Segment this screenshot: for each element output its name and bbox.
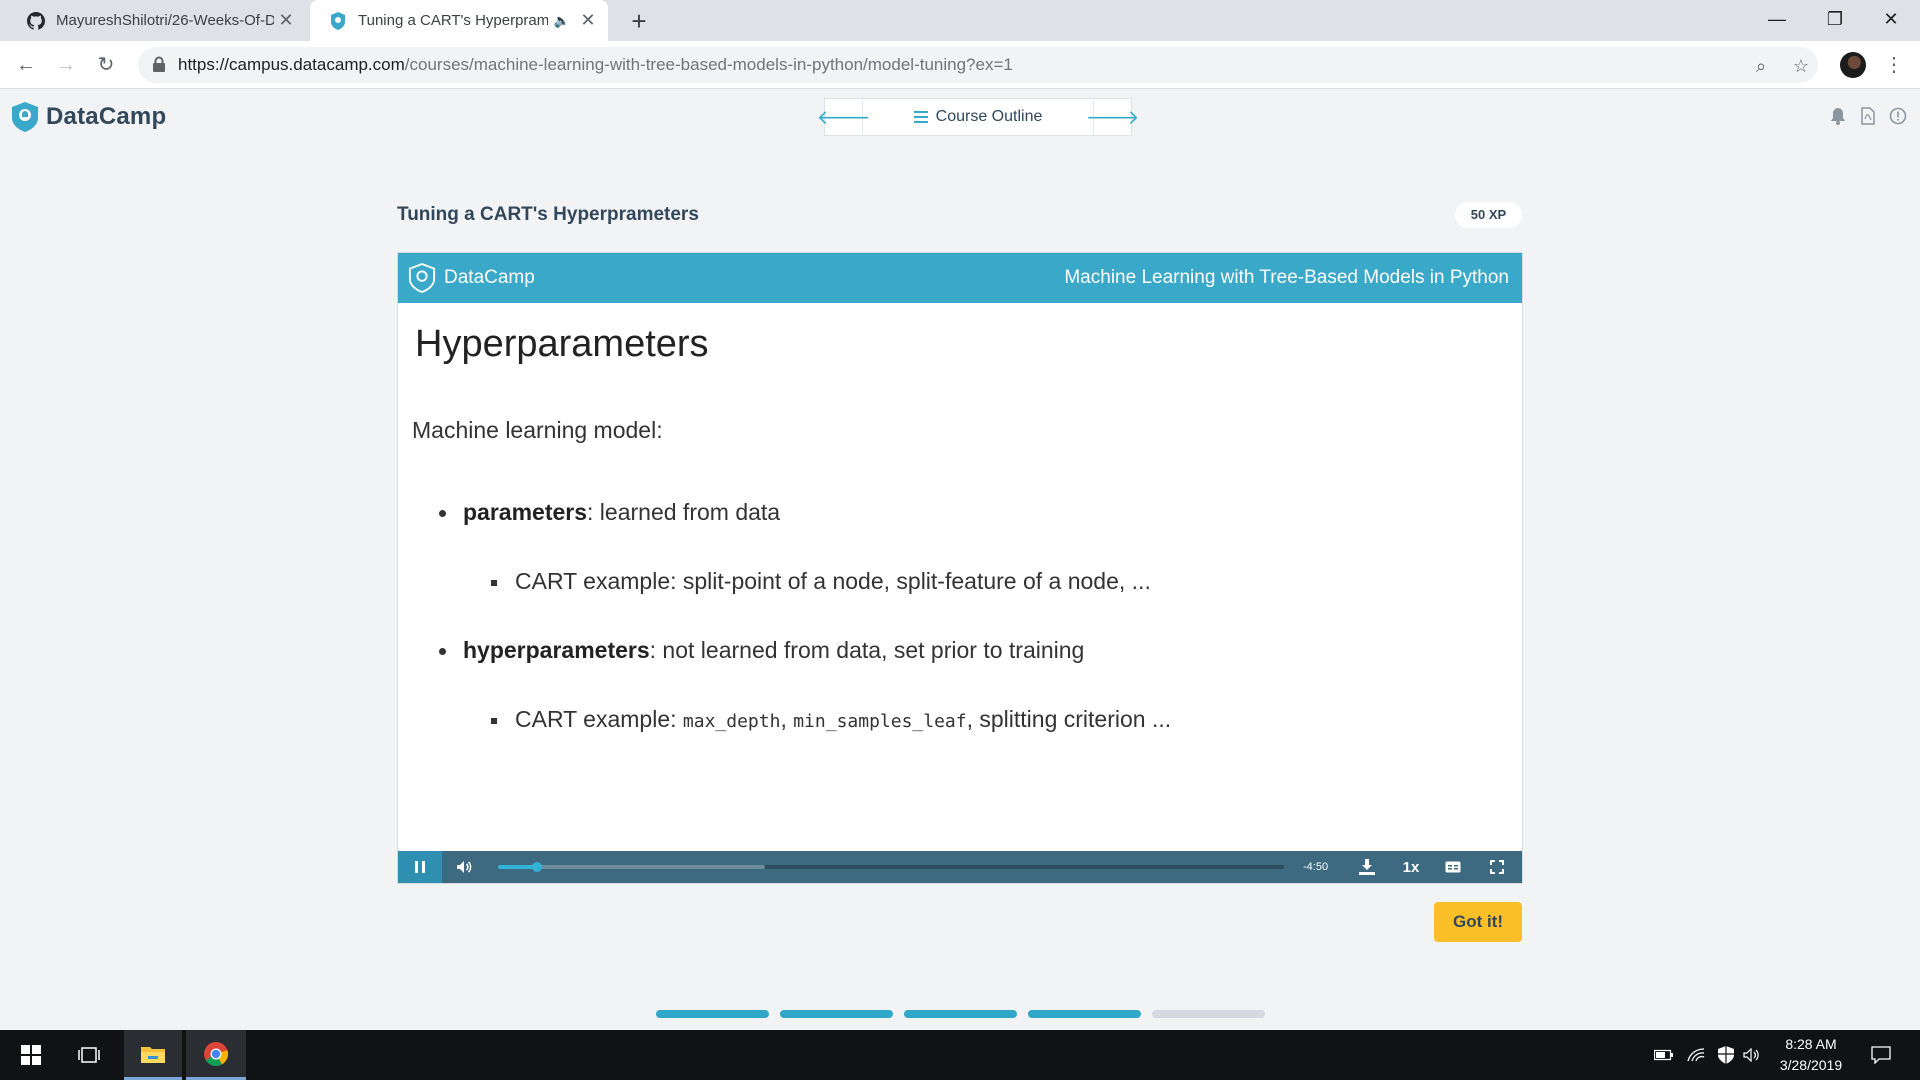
github-icon	[26, 11, 46, 31]
close-tab-icon[interactable]: ✕	[576, 10, 600, 31]
volume-tray-icon[interactable]	[1740, 1030, 1764, 1080]
slide-header-bar: DataCamp Machine Learning with Tree-Base…	[398, 253, 1522, 303]
next-exercise-arrow-icon[interactable]: 🡒	[1086, 99, 1139, 135]
chrome-taskbar-icon[interactable]	[186, 1030, 246, 1080]
slide-intro: Machine learning model:	[412, 417, 663, 443]
slide-brand: DataCamp	[408, 263, 535, 293]
reload-icon[interactable]: ↻	[92, 51, 120, 79]
progress-segment[interactable]	[1152, 1010, 1265, 1018]
datacamp-shield-icon	[408, 263, 436, 293]
slide-course-name: Machine Learning with Tree-Based Models …	[1064, 267, 1509, 288]
bookmark-star-icon[interactable]: ☆	[1790, 55, 1812, 77]
got-it-button[interactable]: Got it!	[1434, 902, 1522, 942]
progress-segment[interactable]	[1028, 1010, 1141, 1018]
datacamp-header: DataCamp 🡐 Course Outline 🡒	[0, 89, 1920, 145]
datacamp-shield-icon	[12, 102, 38, 132]
slide-heading: Hyperparameters	[415, 323, 709, 365]
browser-menu-icon[interactable]: ⋮	[1884, 51, 1904, 79]
windows-start-icon[interactable]	[2, 1030, 60, 1080]
datacamp-logo[interactable]: DataCamp	[10, 101, 166, 133]
slide-brand-text: DataCamp	[444, 267, 535, 288]
previous-exercise-arrow-icon[interactable]: 🡐	[817, 99, 870, 135]
pause-icon	[415, 861, 425, 873]
course-outline-button[interactable]: Course Outline	[863, 99, 1093, 135]
wifi-icon[interactable]	[1684, 1030, 1708, 1080]
clock-date: 3/28/2019	[1779, 1057, 1843, 1073]
xp-badge: 50 XP	[1455, 202, 1522, 228]
report-issue-icon[interactable]	[1887, 107, 1909, 129]
seek-bar[interactable]	[498, 862, 1284, 872]
volume-button[interactable]	[450, 851, 478, 883]
captions-icon	[1445, 861, 1461, 873]
progress-segment[interactable]	[904, 1010, 1017, 1018]
browser-toolbar: ← → ↻ https://campus.datacamp.com/course…	[0, 41, 1920, 89]
time-remaining: -4:50	[1303, 861, 1329, 873]
minimize-icon[interactable]: —	[1748, 0, 1806, 41]
new-tab-button[interactable]: +	[624, 6, 654, 37]
exercise-title: Tuning a CART's Hyperprameters	[397, 204, 699, 225]
fullscreen-button[interactable]	[1482, 851, 1512, 883]
forward-arrow-icon[interactable]: →	[52, 51, 80, 79]
windows-taskbar: 8:28 AM 3/28/2019	[0, 1030, 1920, 1080]
task-view-icon[interactable]	[60, 1030, 118, 1080]
zoom-icon[interactable]: ⌕	[1750, 55, 1772, 77]
hamburger-icon	[913, 111, 928, 123]
address-bar[interactable]: https://campus.datacamp.com/courses/mach…	[138, 47, 1818, 83]
back-arrow-icon[interactable]: ←	[12, 51, 40, 79]
restore-icon[interactable]: ❐	[1806, 0, 1864, 41]
profile-avatar[interactable]	[1840, 52, 1866, 78]
video-player[interactable]: DataCamp Machine Learning with Tree-Base…	[397, 252, 1523, 884]
bullet-parameters: parameters: learned from data	[439, 499, 780, 526]
lock-icon	[153, 56, 165, 72]
browser-tab-github[interactable]: MayureshShilotri/26-Weeks-Of-D ✕	[8, 0, 306, 41]
tab-title: MayureshShilotri/26-Weeks-Of-D	[56, 12, 274, 29]
close-tab-icon[interactable]: ✕	[274, 10, 298, 31]
notification-bell-icon[interactable]	[1827, 107, 1849, 129]
bullet-hyperparameters: hyperparameters: not learned from data, …	[439, 637, 1084, 664]
sub-bullet-parameters: CART example: split-point of a node, spl…	[491, 568, 1151, 595]
captions-button[interactable]	[1438, 851, 1468, 883]
url-text: https://campus.datacamp.com/courses/mach…	[178, 55, 1013, 74]
sub-bullet-hyperparameters: CART example: max_depth, min_samples_lea…	[491, 706, 1171, 733]
close-window-icon[interactable]: ✕	[1862, 0, 1920, 41]
pdf-slides-icon[interactable]	[1857, 107, 1879, 129]
fullscreen-icon	[1490, 860, 1504, 874]
battery-icon[interactable]	[1652, 1030, 1676, 1080]
logo-wordmark: DataCamp	[46, 103, 167, 130]
video-controls: -4:50 1x	[398, 851, 1522, 883]
download-icon	[1359, 859, 1375, 875]
tab-title: Tuning a CART's Hyperprame	[358, 12, 548, 29]
course-outline-label: Course Outline	[935, 108, 1043, 125]
pause-button[interactable]	[398, 851, 442, 883]
course-outline-nav: 🡐 Course Outline 🡒	[817, 98, 1139, 136]
datacamp-favicon-icon	[328, 11, 348, 31]
speaker-icon[interactable]: 🔈	[554, 13, 570, 29]
seek-handle[interactable]	[532, 862, 543, 872]
clock-time: 8:28 AM	[1785, 1036, 1837, 1052]
download-button[interactable]	[1352, 851, 1382, 883]
volume-icon	[457, 861, 472, 873]
playback-speed-button[interactable]: 1x	[1394, 851, 1428, 883]
taskbar-clock[interactable]: 8:28 AM 3/28/2019	[1768, 1034, 1854, 1076]
progress-segment[interactable]	[780, 1010, 893, 1018]
action-center-icon[interactable]	[1866, 1030, 1896, 1080]
file-explorer-icon[interactable]	[124, 1030, 182, 1080]
browser-tab-datacamp[interactable]: Tuning a CART's Hyperprame 🔈 ✕	[310, 0, 608, 41]
browser-tab-strip: MayureshShilotri/26-Weeks-Of-D ✕ Tuning …	[0, 0, 1920, 41]
progress-segment[interactable]	[656, 1010, 769, 1018]
security-shield-icon[interactable]	[1714, 1030, 1738, 1080]
